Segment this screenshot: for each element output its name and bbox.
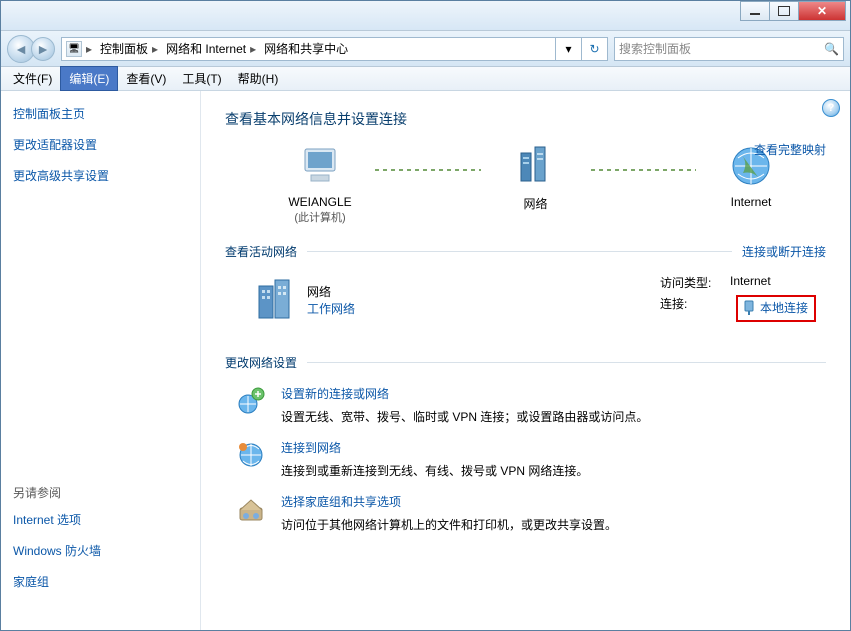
task-connect-desc: 连接到或重新连接到无线、有线、拨号或 VPN 网络连接。: [281, 462, 588, 479]
sidebar-firewall[interactable]: Windows 防火墙: [13, 542, 188, 559]
crumb-sharing-center[interactable]: 网络和共享中心: [264, 40, 348, 57]
menu-help[interactable]: 帮助(H): [230, 67, 287, 90]
view-full-map-link[interactable]: 查看完整映射: [754, 141, 826, 158]
section-active-title: 查看活动网络: [225, 243, 297, 260]
chevron-right-icon: ▸: [250, 42, 256, 56]
menu-tools[interactable]: 工具(T): [174, 67, 229, 90]
map-connection-line: [375, 169, 481, 171]
window-controls: [741, 1, 846, 21]
setup-connection-icon: [235, 385, 267, 417]
page-title: 查看基本网络信息并设置连接: [225, 109, 826, 129]
sidebar-homegroup[interactable]: 家庭组: [13, 573, 188, 590]
forward-button[interactable]: ►: [31, 37, 55, 61]
window: ◄ ► 🖥 ▸ 控制面板 ▸ 网络和 Internet ▸ 网络和共享中心 ▾ …: [0, 0, 851, 631]
section-change-title: 更改网络设置: [225, 354, 297, 371]
access-type-value: Internet: [730, 274, 771, 291]
content: ? 查看基本网络信息并设置连接 查看完整映射 WEIANGLE (此计算机): [201, 91, 850, 630]
task-homegroup-title[interactable]: 选择家庭组和共享选项: [281, 493, 617, 510]
body: 控制面板主页 更改适配器设置 更改高级共享设置 另请参阅 Internet 选项…: [1, 91, 850, 630]
map-node-computer-sub: (此计算机): [294, 209, 345, 225]
access-type-label: 访问类型:: [660, 274, 730, 291]
chevron-right-icon: ▸: [152, 42, 158, 56]
active-network-row: 网络 工作网络 访问类型: Internet 连接:: [225, 274, 826, 326]
section-divider: [307, 251, 732, 252]
map-node-computer: WEIANGLE (此计算机): [265, 143, 375, 225]
menu-edit[interactable]: 编辑(E): [60, 66, 118, 91]
sidebar-home[interactable]: 控制面板主页: [13, 105, 188, 122]
sidebar-internet-options[interactable]: Internet 选项: [13, 511, 188, 528]
search-icon: 🔍: [824, 42, 839, 56]
refresh-button[interactable]: ↻: [582, 37, 608, 61]
task-homegroup-desc: 访问位于其他网络计算机上的文件和打印机，或更改共享设置。: [281, 516, 617, 533]
map-node-network-label: 网络: [523, 195, 547, 212]
building-icon: [255, 278, 295, 322]
sidebar: 控制面板主页 更改适配器设置 更改高级共享设置 另请参阅 Internet 选项…: [1, 91, 201, 630]
homegroup-icon: [235, 493, 267, 525]
map-node-internet-label: Internet: [731, 195, 772, 209]
nav-buttons: ◄ ►: [7, 35, 55, 63]
address-bar: ◄ ► 🖥 ▸ 控制面板 ▸ 网络和 Internet ▸ 网络和共享中心 ▾ …: [1, 31, 850, 67]
pc-icon: 🖥: [66, 41, 82, 57]
task-setup-connection: 设置新的连接或网络 设置无线、宽带、拨号、临时或 VPN 连接；或设置路由器或访…: [225, 385, 826, 425]
active-network-left: 网络 工作网络: [255, 274, 355, 326]
menu-file[interactable]: 文件(F): [5, 67, 60, 90]
sidebar-see-also-title: 另请参阅: [13, 484, 188, 501]
computer-icon: [297, 143, 343, 189]
task-setup-desc: 设置无线、宽带、拨号、临时或 VPN 连接；或设置路由器或访问点。: [281, 408, 648, 425]
connection-label: 连接:: [660, 295, 730, 322]
task-setup-title[interactable]: 设置新的连接或网络: [281, 385, 648, 402]
titlebar: [1, 1, 850, 31]
section-divider: [307, 362, 826, 363]
map-node-network: 网络: [481, 143, 591, 212]
chevron-right-icon: ▸: [86, 42, 92, 56]
sidebar-adapter-settings[interactable]: 更改适配器设置: [13, 136, 188, 153]
network-icon: [515, 143, 557, 189]
menu-view[interactable]: 查看(V): [118, 67, 174, 90]
minimize-button[interactable]: [740, 1, 770, 21]
map-node-computer-label: WEIANGLE: [288, 195, 351, 209]
active-network-right: 访问类型: Internet 连接: 本地连接: [660, 274, 816, 326]
task-connect-network: 连接到网络 连接到或重新连接到无线、有线、拨号或 VPN 网络连接。: [225, 439, 826, 479]
breadcrumb[interactable]: 🖥 ▸ 控制面板 ▸ 网络和 Internet ▸ 网络和共享中心: [61, 37, 556, 61]
local-connection-highlight: 本地连接: [736, 295, 816, 322]
search-input[interactable]: 搜索控制面板 🔍: [614, 37, 844, 61]
connect-network-icon: [235, 439, 267, 471]
sidebar-advanced-sharing[interactable]: 更改高级共享设置: [13, 167, 188, 184]
connect-disconnect-link[interactable]: 连接或断开连接: [742, 243, 826, 260]
crumb-control-panel[interactable]: 控制面板: [100, 40, 148, 57]
close-button[interactable]: [798, 1, 846, 21]
network-map: WEIANGLE (此计算机) 网络: [225, 143, 826, 225]
section-change-settings: 更改网络设置: [225, 354, 826, 371]
task-homegroup: 选择家庭组和共享选项 访问位于其他网络计算机上的文件和打印机，或更改共享设置。: [225, 493, 826, 533]
search-placeholder: 搜索控制面板: [619, 40, 691, 57]
crumb-network-internet[interactable]: 网络和 Internet: [166, 40, 246, 57]
breadcrumb-dropdown[interactable]: ▾: [556, 37, 582, 61]
active-network-type-link[interactable]: 工作网络: [307, 300, 355, 317]
section-active-networks: 查看活动网络 连接或断开连接: [225, 243, 826, 260]
menubar: 文件(F) 编辑(E) 查看(V) 工具(T) 帮助(H): [1, 67, 850, 91]
ethernet-icon: [742, 300, 756, 316]
local-connection-link[interactable]: 本地连接: [760, 299, 808, 316]
maximize-button[interactable]: [769, 1, 799, 21]
map-connection-line: [591, 169, 697, 171]
help-button[interactable]: ?: [822, 99, 840, 117]
task-connect-title[interactable]: 连接到网络: [281, 439, 588, 456]
active-network-name: 网络: [307, 283, 355, 300]
